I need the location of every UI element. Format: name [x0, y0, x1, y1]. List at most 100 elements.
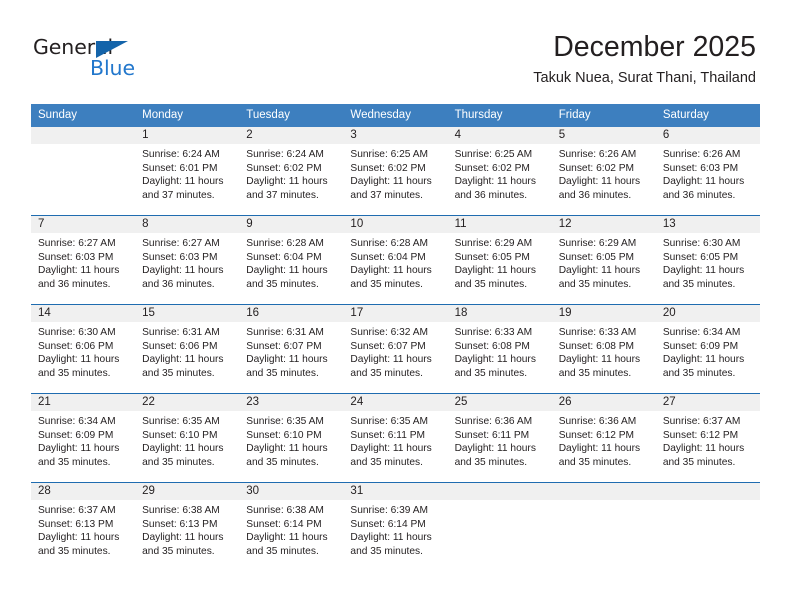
daylight-text-line1: Daylight: 11 hours [350, 532, 432, 544]
calendar-day-cell[interactable]: 12 Sunrise: 6:29 AM Sunset: 6:05 PM Dayligh… [551, 215, 656, 305]
daylight-text-line1: Daylight: 11 hours [662, 443, 745, 455]
calendar-day-cell[interactable]: 20 Sunrise: 6:34 AM Sunset: 6:09 PM Dayligh… [655, 304, 760, 394]
sunrise-text: Sunrise: 6:35 AM [350, 416, 429, 427]
day-details: Sunrise: 6:31 AM Sunset: 6:07 PM Daylight:… [239, 322, 343, 380]
calendar-day-cell[interactable]: 24 Sunrise: 6:35 AM Sunset: 6:11 PM Dayligh… [343, 393, 448, 483]
calendar-day-cell[interactable]: 6 Sunrise: 6:26 AM Sunset: 6:03 PM Daylight… [655, 127, 760, 216]
day-number: 6 [655, 127, 760, 144]
daylight-text-line1: Daylight: 11 hours [142, 176, 224, 188]
calendar-day-cell[interactable] [447, 482, 552, 571]
sunrise-text: Sunrise: 6:30 AM [38, 327, 116, 338]
sunset-text: Sunset: 6:10 PM [246, 429, 322, 441]
sunrise-text: Sunrise: 6:34 AM [662, 327, 741, 338]
calendar-day-cell[interactable]: 26 Sunrise: 6:36 AM Sunset: 6:12 PM Dayligh… [551, 393, 656, 483]
sunset-text: Sunset: 6:04 PM [350, 251, 426, 263]
sunset-text: Sunset: 6:12 PM [558, 429, 635, 441]
sunrise-text: Sunrise: 6:24 AM [142, 149, 220, 160]
calendar-day-cell[interactable]: 13 Sunrise: 6:30 AM Sunset: 6:05 PM Dayligh… [655, 215, 760, 305]
sunset-text: Sunset: 6:10 PM [142, 429, 218, 441]
day-number: 29 [135, 483, 240, 500]
calendar-day-cell[interactable]: 14 Sunrise: 6:30 AM Sunset: 6:06 PM Dayligh… [31, 304, 136, 394]
calendar-day-cell[interactable]: 17 Sunrise: 6:32 AM Sunset: 6:07 PM Dayligh… [343, 304, 448, 394]
daylight-text-line1: Daylight: 11 hours [558, 354, 641, 366]
sunset-text: Sunset: 6:05 PM [454, 251, 530, 263]
day-details: Sunrise: 6:38 AM Sunset: 6:14 PM Daylight:… [239, 500, 343, 558]
logo-text-blue: Blue [90, 56, 135, 80]
day-details: Sunrise: 6:33 AM Sunset: 6:08 PM Daylight:… [448, 322, 552, 380]
calendar-day-cell[interactable]: 7 Sunrise: 6:27 AM Sunset: 6:03 PM Daylight… [31, 215, 136, 305]
sunset-text: Sunset: 6:04 PM [246, 251, 322, 263]
daylight-text-line2: and 37 minutes. [350, 189, 423, 201]
day-cell: 8 Sunrise: 6:27 AM Sunset: 6:03 PM Daylight… [135, 216, 240, 304]
sunset-text: Sunset: 6:07 PM [246, 340, 322, 352]
calendar-day-cell[interactable]: 15 Sunrise: 6:31 AM Sunset: 6:06 PM Dayligh… [135, 304, 240, 394]
calendar-day-cell[interactable]: 27 Sunrise: 6:37 AM Sunset: 6:12 PM Dayligh… [655, 393, 760, 483]
day-cell: 15 Sunrise: 6:31 AM Sunset: 6:06 PM Dayligh… [135, 305, 240, 393]
daylight-text-line1: Daylight: 11 hours [350, 265, 432, 277]
calendar-day-cell[interactable]: 29 Sunrise: 6:38 AM Sunset: 6:13 PM Dayligh… [135, 482, 240, 571]
daylight-text-line2: and 36 minutes. [38, 278, 111, 290]
day-number: 30 [239, 483, 344, 500]
calendar-day-cell[interactable]: 25 Sunrise: 6:36 AM Sunset: 6:11 PM Dayligh… [447, 393, 552, 483]
daylight-text-line1: Daylight: 11 hours [142, 265, 224, 277]
sunrise-text: Sunrise: 6:38 AM [246, 505, 324, 516]
day-cell: 20 Sunrise: 6:34 AM Sunset: 6:09 PM Dayligh… [655, 305, 760, 393]
day-number [551, 483, 656, 500]
calendar-day-cell[interactable]: 19 Sunrise: 6:33 AM Sunset: 6:08 PM Dayligh… [551, 304, 656, 394]
sunrise-text: Sunrise: 6:38 AM [142, 505, 220, 516]
calendar-day-cell[interactable]: 10 Sunrise: 6:28 AM Sunset: 6:04 PM Dayligh… [343, 215, 448, 305]
calendar-day-cell[interactable]: 16 Sunrise: 6:31 AM Sunset: 6:07 PM Dayligh… [239, 304, 344, 394]
day-number: 12 [551, 216, 656, 233]
sunrise-text: Sunrise: 6:32 AM [350, 327, 429, 338]
day-cell-empty [31, 127, 136, 215]
day-number: 2 [239, 127, 344, 144]
calendar-day-cell[interactable]: 23 Sunrise: 6:35 AM Sunset: 6:10 PM Dayligh… [239, 393, 344, 483]
day-cell-empty [655, 483, 760, 571]
calendar-day-cell[interactable]: 8 Sunrise: 6:27 AM Sunset: 6:03 PM Daylight… [135, 215, 240, 305]
calendar-day-cell[interactable]: 9 Sunrise: 6:28 AM Sunset: 6:04 PM Daylight… [239, 215, 344, 305]
day-number [447, 483, 552, 500]
day-number: 19 [551, 305, 656, 322]
calendar-day-cell[interactable]: 2 Sunrise: 6:24 AM Sunset: 6:02 PM Daylight… [239, 127, 344, 216]
calendar-week-row: 21 Sunrise: 6:34 AM Sunset: 6:09 PM Dayligh… [31, 393, 760, 483]
sunrise-text: Sunrise: 6:30 AM [662, 238, 741, 249]
calendar-week-row: 14 Sunrise: 6:30 AM Sunset: 6:06 PM Dayligh… [31, 304, 760, 394]
weekday-header-thursday: Thursday [447, 104, 552, 127]
sunset-text: Sunset: 6:13 PM [142, 518, 218, 530]
calendar-day-cell[interactable] [655, 482, 760, 571]
day-cell: 26 Sunrise: 6:36 AM Sunset: 6:12 PM Dayligh… [551, 394, 656, 482]
daylight-text-line2: and 35 minutes. [350, 545, 423, 557]
weekday-header-sunday: Sunday [31, 104, 136, 127]
daylight-text-line2: and 35 minutes. [454, 367, 528, 379]
day-number: 5 [551, 127, 656, 144]
calendar-day-cell[interactable]: 28 Sunrise: 6:37 AM Sunset: 6:13 PM Dayligh… [31, 482, 136, 571]
sunrise-text: Sunrise: 6:26 AM [662, 149, 741, 160]
calendar-day-cell[interactable]: 18 Sunrise: 6:33 AM Sunset: 6:08 PM Dayligh… [447, 304, 552, 394]
daylight-text-line2: and 35 minutes. [662, 278, 736, 290]
calendar-day-cell[interactable] [551, 482, 656, 571]
calendar-day-cell[interactable] [31, 127, 136, 216]
day-number: 9 [239, 216, 344, 233]
calendar-day-cell[interactable]: 30 Sunrise: 6:38 AM Sunset: 6:14 PM Dayligh… [239, 482, 344, 571]
calendar-day-cell[interactable]: 1 Sunrise: 6:24 AM Sunset: 6:01 PM Daylight… [135, 127, 240, 216]
calendar-day-cell[interactable]: 4 Sunrise: 6:25 AM Sunset: 6:02 PM Daylight… [447, 127, 552, 216]
sunrise-text: Sunrise: 6:33 AM [558, 327, 637, 338]
calendar-day-cell[interactable]: 5 Sunrise: 6:26 AM Sunset: 6:02 PM Daylight… [551, 127, 656, 216]
daylight-text-line2: and 35 minutes. [142, 367, 215, 379]
calendar-day-cell[interactable]: 21 Sunrise: 6:34 AM Sunset: 6:09 PM Dayligh… [31, 393, 136, 483]
daylight-text-line1: Daylight: 11 hours [38, 443, 120, 455]
sunset-text: Sunset: 6:05 PM [662, 251, 739, 263]
calendar-day-cell[interactable]: 11 Sunrise: 6:29 AM Sunset: 6:05 PM Dayligh… [447, 215, 552, 305]
daylight-text-line1: Daylight: 11 hours [350, 176, 432, 188]
day-cell: 14 Sunrise: 6:30 AM Sunset: 6:06 PM Dayligh… [31, 305, 136, 393]
general-blue-logo[interactable]: General Blue [33, 36, 153, 84]
daylight-text-line2: and 35 minutes. [246, 456, 319, 468]
daylight-text-line1: Daylight: 11 hours [454, 443, 536, 455]
calendar-day-cell[interactable]: 22 Sunrise: 6:35 AM Sunset: 6:10 PM Dayligh… [135, 393, 240, 483]
day-cell: 12 Sunrise: 6:29 AM Sunset: 6:05 PM Dayligh… [551, 216, 656, 304]
day-cell: 9 Sunrise: 6:28 AM Sunset: 6:04 PM Daylight… [239, 216, 344, 304]
day-details: Sunrise: 6:37 AM Sunset: 6:12 PM Daylight:… [656, 411, 760, 469]
calendar-day-cell[interactable]: 31 Sunrise: 6:39 AM Sunset: 6:14 PM Dayligh… [343, 482, 448, 571]
calendar-day-cell[interactable]: 3 Sunrise: 6:25 AM Sunset: 6:02 PM Daylight… [343, 127, 448, 216]
daylight-text-line2: and 35 minutes. [246, 278, 319, 290]
